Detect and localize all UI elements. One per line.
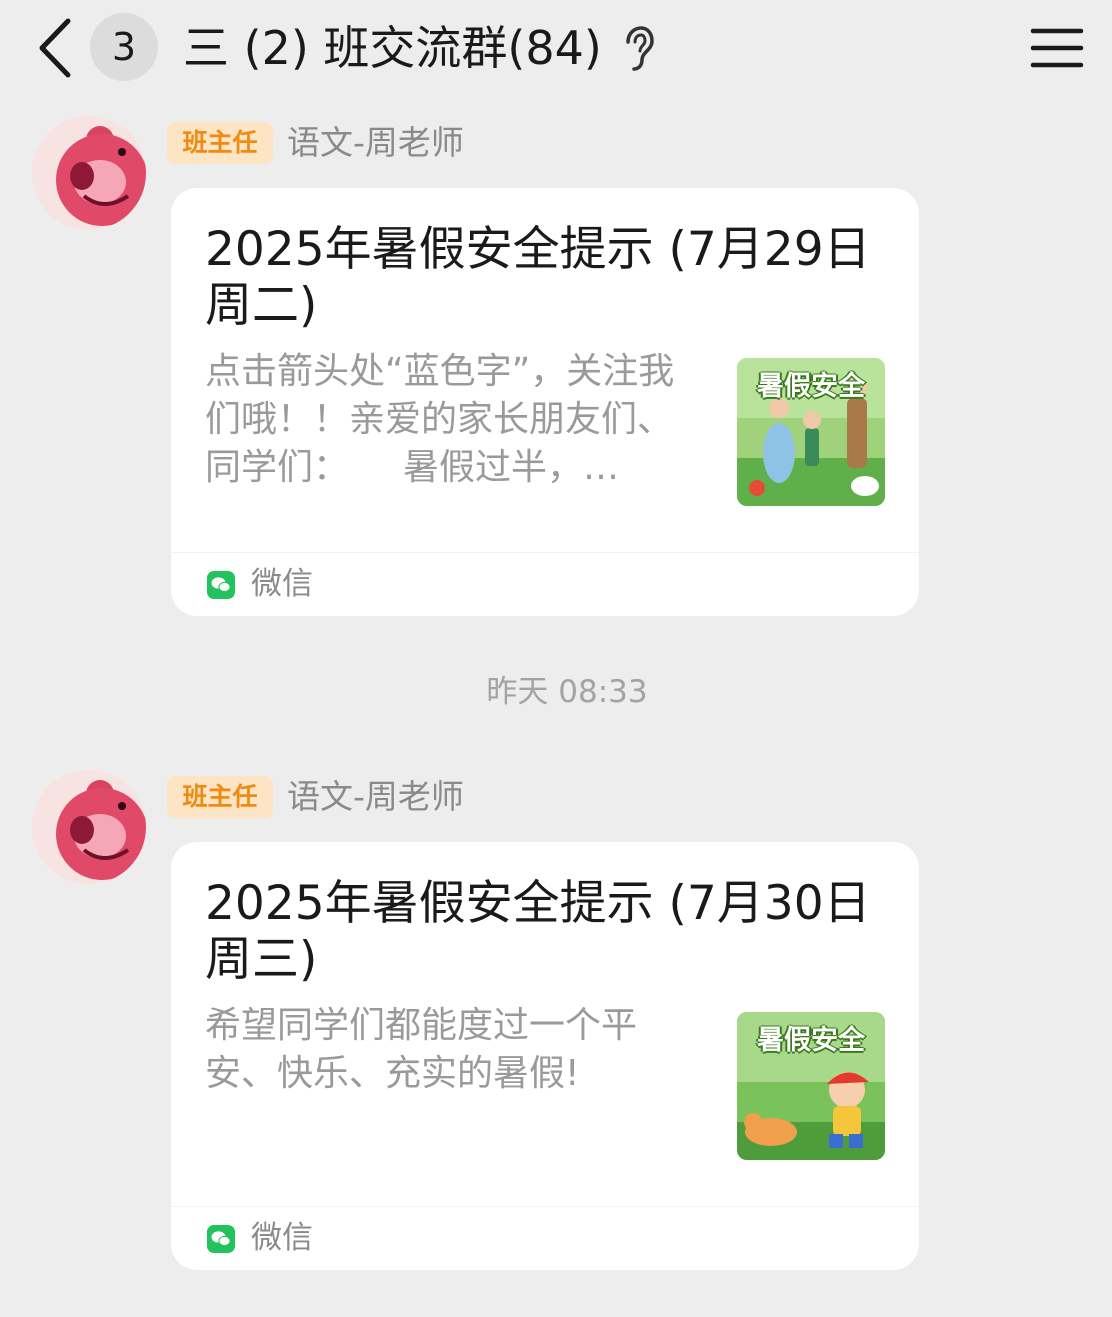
thumbnail-caption: 暑假安全 (757, 371, 865, 402)
chat-title[interactable]: 三 (2) 班交流群(84) (183, 18, 602, 78)
ear-icon[interactable] (620, 24, 656, 74)
unread-count-badge[interactable]: 3 (90, 13, 158, 81)
article-card[interactable]: 2025年暑假安全提示 (7月29日周二) 点击箭头处“蓝色字”，关注我们哦！！… (171, 188, 919, 616)
card-source-bar: 微信 (171, 1206, 919, 1270)
article-thumbnail: 暑假安全 (737, 1012, 885, 1160)
message-timestamp: 昨天 08:33 (486, 674, 648, 710)
sender-avatar[interactable] (32, 770, 146, 884)
pink-bear-avatar (32, 770, 146, 884)
article-title: 2025年暑假安全提示 (7月30日周三) (205, 876, 871, 987)
hamburger-menu-icon (1030, 28, 1084, 68)
article-thumbnail: 暑假安全 (737, 358, 885, 506)
sender-name: 语文-周老师 (287, 777, 464, 816)
article-description: 希望同学们都能度过一个平安、快乐、充实的暑假! (205, 1005, 638, 1094)
wechat-icon (207, 1225, 235, 1253)
card-source-bar: 微信 (171, 552, 919, 616)
role-badge: 班主任 (167, 122, 273, 164)
chat-header: 3 三 (2) 班交流群(84) (0, 0, 1112, 100)
article-card[interactable]: 2025年暑假安全提示 (7月30日周三) 希望同学们都能度过一个平安、快乐、充… (171, 842, 919, 1270)
chevron-left-icon (39, 18, 71, 78)
source-label: 微信 (251, 566, 313, 602)
article-title: 2025年暑假安全提示 (7月29日周二) (205, 222, 871, 333)
article-description: 点击箭头处“蓝色字”，关注我们哦！！亲爱的家长朋友们、同学们： 暑假过半，… (205, 351, 675, 488)
pink-bear-avatar (32, 116, 146, 230)
sender-name: 语文-周老师 (287, 123, 464, 162)
menu-button[interactable] (1030, 26, 1084, 70)
source-label: 微信 (251, 1220, 313, 1256)
sender-avatar[interactable] (32, 116, 146, 230)
thumbnail-caption: 暑假安全 (757, 1025, 865, 1056)
back-button[interactable] (30, 15, 80, 81)
wechat-icon (207, 571, 235, 599)
role-badge: 班主任 (167, 776, 273, 818)
